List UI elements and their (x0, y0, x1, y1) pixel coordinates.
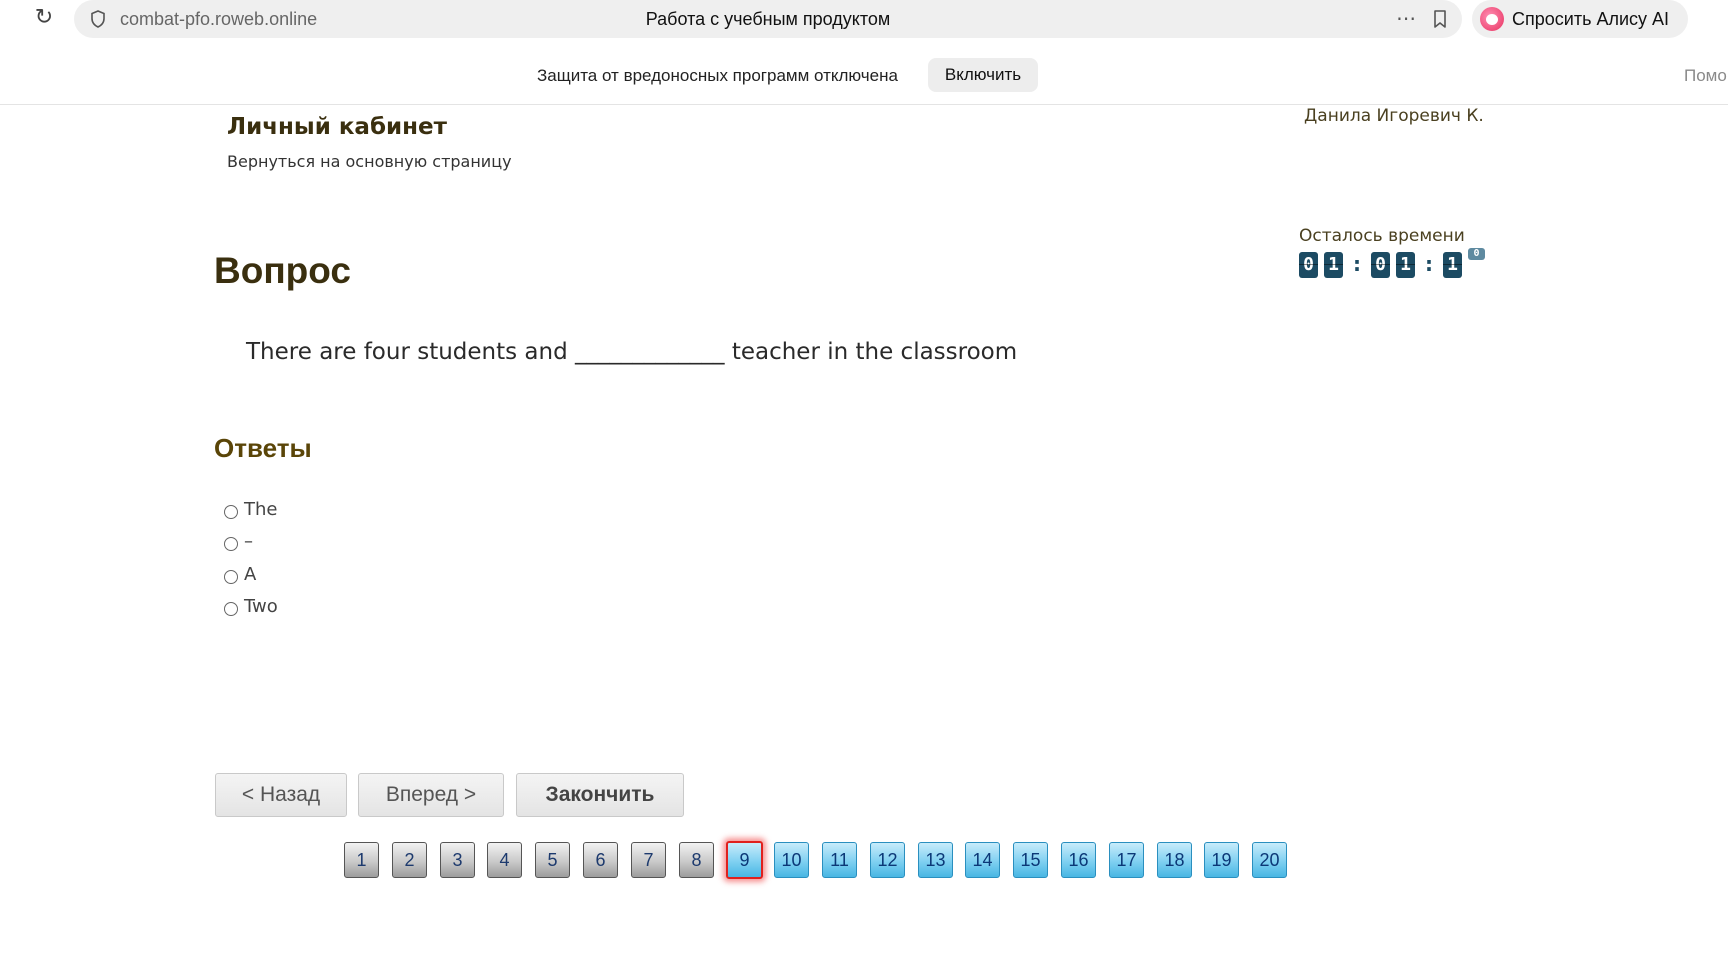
timer-hours-ones: 1 (1324, 252, 1343, 278)
answer-label[interactable]: The (244, 498, 277, 522)
answer-label[interactable]: Two (244, 595, 278, 619)
answers-heading: Ответы (214, 433, 312, 463)
pager-page-1[interactable]: 1 (344, 842, 379, 878)
pager-page-10[interactable]: 10 (774, 842, 809, 878)
protection-warning-message: Защита от вредоносных программ отключена (537, 66, 898, 85)
reload-icon[interactable]: ↻ (32, 6, 56, 30)
pager-page-17[interactable]: 17 (1109, 842, 1144, 878)
pager-page-3[interactable]: 3 (440, 842, 475, 878)
pager-page-14[interactable]: 14 (965, 842, 1000, 878)
question-text: There are four students and ____________… (246, 339, 1018, 365)
back-button[interactable]: < Назад (215, 773, 347, 817)
pager-page-20[interactable]: 20 (1252, 842, 1287, 878)
next-button[interactable]: Вперед > (358, 773, 504, 817)
finish-button[interactable]: Закончить (516, 773, 684, 817)
time-remaining-label: Осталось времени (1299, 226, 1465, 246)
address-bar[interactable]: combat-pfo.roweb.online Работа с учебным… (74, 0, 1462, 38)
enable-protection-button[interactable]: Включить (928, 58, 1038, 92)
alice-icon (1480, 7, 1504, 31)
answer-label[interactable]: A (244, 563, 256, 587)
cabinet-title: Личный кабинет (227, 114, 447, 140)
pager-page-5[interactable]: 5 (535, 842, 570, 878)
pager-page-4[interactable]: 4 (487, 842, 522, 878)
ask-alice-button[interactable]: Спросить Алису AI (1472, 0, 1688, 38)
bookmark-icon[interactable] (1430, 9, 1450, 29)
pager-page-13[interactable]: 13 (918, 842, 953, 878)
answer-radio[interactable] (224, 570, 238, 584)
pager-page-15[interactable]: 15 (1013, 842, 1048, 878)
shield-icon (91, 10, 105, 28)
ask-alice-label: Спросить Алису AI (1512, 9, 1670, 29)
answer-label[interactable]: – (244, 530, 253, 554)
pager-page-7[interactable]: 7 (631, 842, 666, 878)
pager-page-6[interactable]: 6 (583, 842, 618, 878)
timer-separator: : (1425, 252, 1433, 276)
answer-radio[interactable] (224, 602, 238, 616)
pager-page-18[interactable]: 18 (1157, 842, 1192, 878)
protection-warning-bar: Защита от вредоносных программ отключена… (0, 54, 1728, 105)
pager-page-9[interactable]: 9 (726, 841, 763, 879)
timer-separator: : (1353, 252, 1361, 276)
timer-minutes-ones: 1 (1396, 252, 1415, 278)
pager-page-16[interactable]: 16 (1061, 842, 1096, 878)
browser-toolbar: ↻ combat-pfo.roweb.online Работа с учебн… (0, 0, 1728, 40)
answer-radio[interactable] (224, 505, 238, 519)
timer-seconds-ones: 0 (1468, 248, 1485, 260)
help-link[interactable]: Помо (1684, 66, 1727, 86)
pager-page-8[interactable]: 8 (679, 842, 714, 878)
timer-minutes-tens: 0 (1371, 252, 1390, 278)
timer-hours-tens: 0 (1299, 252, 1318, 278)
back-to-main-link[interactable]: Вернуться на основную страницу (227, 152, 512, 171)
more-icon[interactable]: ⋯ (1396, 0, 1417, 36)
pager-page-12[interactable]: 12 (870, 842, 905, 878)
pager-page-19[interactable]: 19 (1204, 842, 1239, 878)
question-pager: 1 2 3 4 5 6 7 8 9 10 11 12 13 14 15 16 17 18 19 20 (0, 840, 1728, 880)
address-url[interactable]: combat-pfo.roweb.online (120, 0, 317, 38)
user-name: Данила Игоревич К. (1304, 106, 1484, 126)
answer-radio[interactable] (224, 537, 238, 551)
question-heading: Вопрос (214, 250, 351, 291)
pager-page-11[interactable]: 11 (822, 842, 857, 878)
pager-page-2[interactable]: 2 (392, 842, 427, 878)
timer-seconds-tens: 1 (1443, 252, 1462, 278)
